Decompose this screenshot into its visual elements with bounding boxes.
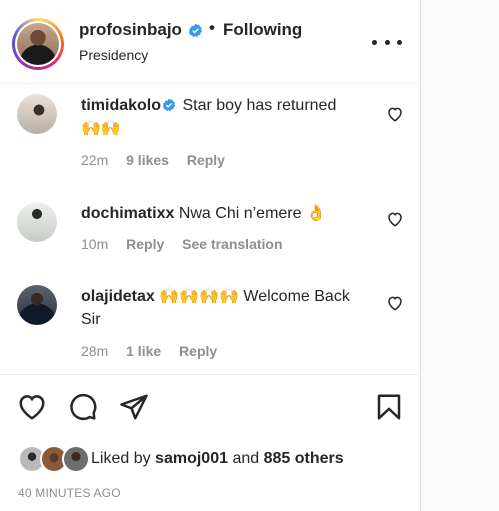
see-translation-button[interactable]: See translation (182, 236, 282, 252)
post-comments-panel: profosinbajo • Following Presidency timi… (0, 0, 421, 511)
reply-button[interactable]: Reply (179, 343, 217, 359)
post-timestamp[interactable]: 40 MINUTES AGO (18, 486, 121, 500)
comment-emoji: 🙌🙌 (81, 120, 121, 137)
header-separator: • (209, 18, 215, 37)
liker-avatar[interactable] (62, 445, 90, 473)
background-area (421, 0, 499, 511)
post-location[interactable]: Presidency (79, 47, 148, 63)
like-comment-icon[interactable] (386, 105, 404, 123)
comment-username[interactable]: olajidetax (81, 288, 155, 305)
comment-username[interactable]: dochimatixx (81, 205, 174, 222)
author-username[interactable]: profosinbajo (79, 20, 182, 40)
comment-likes[interactable]: 1 like (126, 343, 161, 359)
liker-username[interactable]: samoj001 (155, 450, 228, 467)
liked-and-label: and (232, 450, 260, 467)
save-icon[interactable] (374, 392, 404, 422)
liked-by-label: Liked by (91, 450, 151, 467)
comment-username[interactable]: timidakolo (81, 97, 161, 114)
comment-avatar[interactable] (17, 285, 57, 325)
like-icon[interactable] (17, 392, 47, 422)
share-icon[interactable] (119, 392, 149, 422)
like-comment-icon[interactable] (386, 294, 404, 312)
comment-text: Nwa Chi n’emere 👌 (178, 205, 326, 222)
likes-count[interactable]: 885 others (264, 450, 344, 467)
more-options-icon[interactable] (372, 32, 402, 52)
comment-time[interactable]: 22m (81, 152, 108, 168)
comment-likes[interactable]: 9 likes (126, 152, 169, 168)
liked-by-row: Liked by samoj001 and 885 others (18, 445, 398, 475)
verified-icon (188, 23, 203, 37)
following-button[interactable]: Following (223, 20, 302, 40)
author-avatar[interactable] (12, 18, 64, 70)
comment-text: Star boy has returned (182, 97, 337, 114)
like-comment-icon[interactable] (386, 210, 404, 228)
comment-icon[interactable] (68, 392, 98, 422)
post-header: profosinbajo • Following Presidency (0, 0, 421, 84)
comment-time[interactable]: 28m (81, 343, 108, 359)
verified-icon (162, 98, 176, 111)
comment-time[interactable]: 10m (81, 236, 108, 252)
comment-avatar[interactable] (17, 202, 57, 242)
reply-button[interactable]: Reply (126, 236, 164, 252)
comment-avatar[interactable] (17, 94, 57, 134)
reply-button[interactable]: Reply (187, 152, 225, 168)
actions-divider (0, 374, 421, 375)
comment-emoji: 🙌🙌🙌🙌 (159, 288, 239, 305)
